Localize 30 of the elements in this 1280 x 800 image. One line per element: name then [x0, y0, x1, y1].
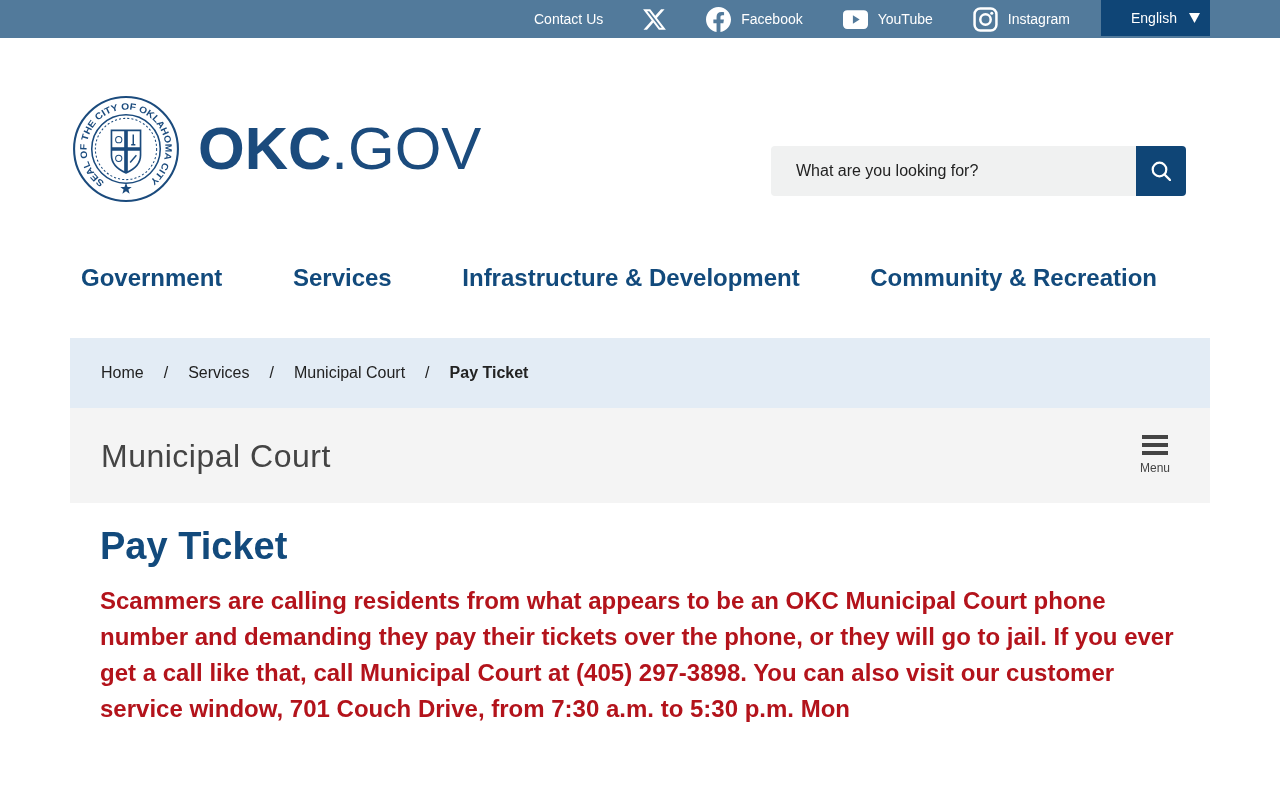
- breadcrumb-link[interactable]: Home: [101, 361, 144, 385]
- main-nav-link[interactable]: Services: [292, 258, 392, 298]
- language-dropdown[interactable]: English: [1101, 0, 1210, 36]
- instagram-icon[interactable]: [972, 6, 998, 32]
- instagram-link[interactable]: Instagram: [1007, 8, 1070, 30]
- search-field[interactable]: What are you looking for?: [771, 146, 1136, 196]
- page-heading: Pay Ticket: [100, 524, 289, 569]
- caret-icon: [1189, 13, 1200, 23]
- breadcrumb-link[interactable]: Municipal Court: [293, 361, 406, 385]
- breadcrumb-separator: /: [163, 363, 169, 383]
- youtube-icon[interactable]: [842, 9, 868, 29]
- menu-button[interactable]: Menu: [1139, 434, 1170, 477]
- search-icon: [1151, 161, 1171, 181]
- breadcrumb-link[interactable]: Services: [188, 361, 250, 385]
- x-icon[interactable]: [643, 7, 667, 31]
- facebook-link[interactable]: Facebook: [741, 8, 803, 30]
- section-title: Municipal Court: [101, 436, 331, 476]
- facebook-icon[interactable]: [706, 6, 732, 32]
- breadcrumb-separator: /: [425, 363, 430, 383]
- menu-icon: [1142, 434, 1168, 455]
- main-nav-link[interactable]: Government: [81, 258, 223, 298]
- scam-warning-text: Scammers are calling residents from what appears to be an OKC Municipal Court phone number and demanding they pay their tickets over the phone, or they will go to jail. If you ever get a call like that, call Municipal Court at (405) 297-3898. You can also visit our customer service window, 701 Couch Drive, from 7:30 a.m. to 5:30 p.m. Mon: [100, 586, 1175, 724]
- breadcrumb-separator: /: [269, 363, 274, 383]
- site-wordmark[interactable]: OKC.GOV: [198, 119, 482, 179]
- search-button[interactable]: [1136, 146, 1186, 196]
- main-nav-link[interactable]: Infrastructure & Development: [462, 258, 800, 298]
- youtube-link[interactable]: YouTube: [877, 8, 933, 30]
- contact-link[interactable]: Contact Us: [534, 8, 604, 30]
- main-nav-link[interactable]: Community & Recreation: [870, 258, 1157, 298]
- breadcrumb-current: Pay Ticket: [449, 363, 529, 383]
